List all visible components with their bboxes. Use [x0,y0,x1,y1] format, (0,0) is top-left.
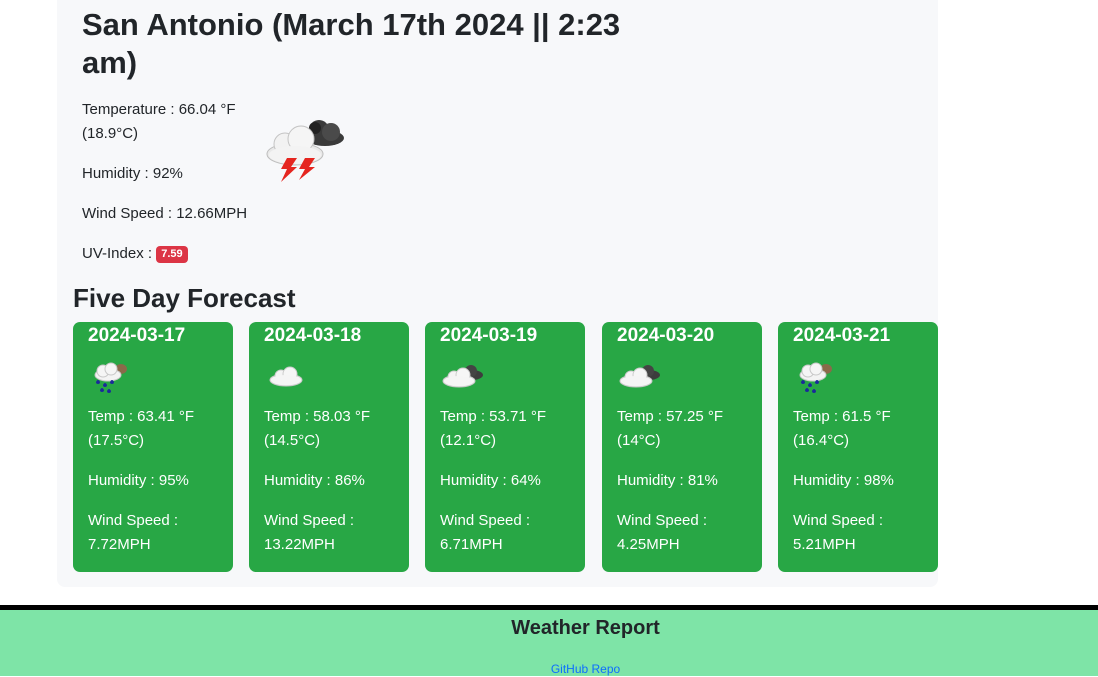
github-repo-link[interactable]: GitHub Repo [0,661,1098,677]
forecast-temp: Temp : 63.41 °F (17.5°C) [88,408,195,449]
forecast-date: 2024-03-19 [440,325,538,346]
forecast-humidity: Humidity : 98% [793,472,894,489]
forecast-wind: Wind Speed : 5.21MPH [793,512,884,553]
uv-label: UV-Index : [82,245,157,262]
forecast-wind: Wind Speed : 7.72MPH [88,512,179,553]
rain-icon [94,362,127,393]
footer-title: Weather Report [511,617,660,639]
footer: Weather Report GitHub Repo [0,605,1098,676]
forecast-humidity: Humidity : 64% [440,472,541,489]
current-humidity: Humidity : 92% [82,165,183,182]
forecast-title: Five Day Forecast [73,283,296,313]
forecast-card: 2024-03-17 Temp : 63.41 °F (17.5°C) Humidi… [73,322,233,572]
cloud-icon [269,366,303,387]
forecast-temp: Temp : 58.03 °F (14.5°C) [264,408,371,449]
forecast-humidity: Humidity : 95% [88,472,189,489]
forecast-card: 2024-03-19 Temp : 53.71 °F (12.1°C) Humidi… [425,322,585,572]
uv-badge: 7.59 [156,246,188,263]
rain-icon [799,362,832,393]
current-wind: Wind Speed : 12.66MPH [82,205,248,222]
forecast-date: 2024-03-17 [88,325,186,346]
broken-clouds-icon [619,365,660,388]
forecast-wind: Wind Speed : 13.22MPH [264,512,355,553]
forecast-wind: Wind Speed : 4.25MPH [617,512,708,553]
forecast-card: 2024-03-18 Temp : 58.03 °F (14.5°C) Humidi… [249,322,409,572]
forecast-temp: Temp : 61.5 °F (16.4°C) [793,408,891,449]
forecast-date: 2024-03-21 [793,325,891,346]
forecast-humidity: Humidity : 86% [264,472,365,489]
forecast-wind: Wind Speed : 6.71MPH [440,512,531,553]
current-uv: UV-Index : 7.59 [82,242,262,266]
forecast-temp: Temp : 53.71 °F (12.1°C) [440,408,547,449]
forecast-card: 2024-03-20 Temp : 57.25 °F (14°C) Humidity… [602,322,762,572]
forecast-humidity: Humidity : 81% [617,472,718,489]
current-temperature: Temperature : 66.04 °F (18.9°C) [82,101,236,142]
broken-clouds-icon [442,365,483,388]
city-title: San Antonio (March 17th 2024 || 2:23 am) [82,7,621,80]
thunderstorm-icon [266,120,344,182]
forecast-temp: Temp : 57.25 °F (14°C) [617,408,724,449]
forecast-date: 2024-03-20 [617,325,715,346]
forecast-date: 2024-03-18 [264,325,362,346]
forecast-card: 2024-03-21 Temp : 61.5 °F (16.4°C) Humidit… [778,322,938,572]
